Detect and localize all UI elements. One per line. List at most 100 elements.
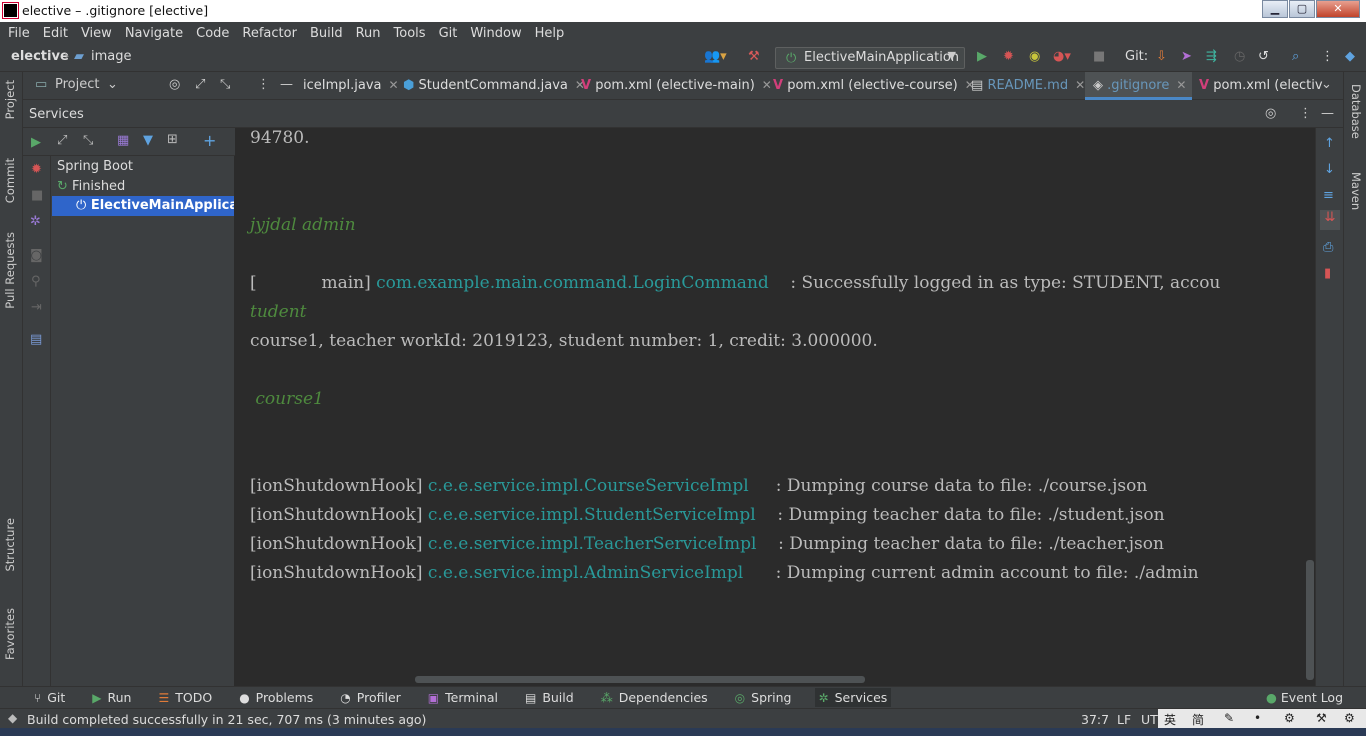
editor-tab-pom-elective[interactable]: V pom.xml (electiv [1199,72,1323,100]
filter-icon[interactable]: ▼ [143,133,153,148]
editor-tab-pom-course[interactable]: V pom.xml (elective-course) ✕ [773,72,975,100]
log-class[interactable]: c.e.e.service.impl.CourseServiceImpl [428,476,749,496]
profile-icon[interactable]: ◕▾ [1053,49,1071,64]
bottom-tab-services[interactable]: ✲ Services [814,688,892,707]
menu-navigate[interactable]: Navigate [125,26,183,41]
git-update-icon[interactable]: ⇩ [1156,49,1167,64]
console-output[interactable]: 94780. jyjdal admin [ main] com.example.… [235,128,1315,686]
run-icon[interactable]: ▶ [31,135,41,150]
search-icon[interactable]: ⌕ [1292,49,1299,64]
close-button[interactable]: ✕ [1316,0,1360,18]
editor-tab-readme[interactable]: ▤ README.md ✕ [971,72,1085,100]
menu-run[interactable]: Run [356,26,381,41]
bottom-tab-problems[interactable]: ● Problems [235,688,317,707]
settings-icon[interactable]: ✲ [30,214,41,229]
trash-icon[interactable]: ▮ [1324,266,1331,281]
horizontal-scrollbar[interactable] [415,676,865,683]
minimize-button[interactable]: ▁ [1262,0,1288,18]
menu-edit[interactable]: Edit [43,26,68,41]
line-separator[interactable]: LF [1117,712,1131,727]
build-hammer-icon[interactable]: ⚒ [748,49,760,64]
bottom-tab-todo[interactable]: ☰ TODO [154,688,216,707]
more-icon[interactable]: ⋮ [1321,49,1334,64]
ime-language[interactable]: 英 [1164,711,1176,728]
print-icon[interactable]: ⎙ [1323,240,1333,255]
editor-tab-studentcommand[interactable]: ⬢ StudentCommand.java ✕ [403,72,585,100]
locate-icon[interactable]: ◎ [1265,106,1276,121]
tab-list-chevron-icon[interactable]: ⌄ [1321,77,1332,92]
editor-tab-pom-main[interactable]: V pom.xml (elective-main) ✕ [581,72,772,100]
menu-window[interactable]: Window [470,26,521,41]
breadcrumb-folder[interactable]: image [91,49,132,64]
event-log-button[interactable]: ● Event Log [1266,690,1343,705]
jetbrains-icon[interactable]: ◆ [1345,49,1355,64]
tab-structure[interactable]: Structure [3,518,17,572]
log-class[interactable]: c.e.e.service.impl.StudentServiceImpl [428,505,756,525]
collapse-all-icon[interactable]: ⤡ [83,133,93,148]
close-icon[interactable]: ✕ [1176,78,1186,92]
add-icon[interactable]: + [203,131,216,150]
menu-refactor[interactable]: Refactor [242,26,297,41]
git-push-icon[interactable]: ⇶ [1206,49,1217,64]
status-diamond-icon[interactable]: ◆ [8,711,17,725]
expand-all-icon[interactable]: ⤢ [57,133,67,148]
chevron-down-icon[interactable]: ⌄ [107,77,118,92]
layout-icon[interactable]: ▤ [30,332,42,347]
debug-icon[interactable]: ✹ [1003,49,1014,64]
log-class[interactable]: com.example.main.command.LoginCommand [376,273,769,293]
status-message[interactable]: Build completed successfully in 21 sec, … [27,712,426,727]
exit-icon[interactable]: ⇥ [31,300,42,315]
tab-pull-requests[interactable]: Pull Requests [3,232,17,309]
run-icon[interactable]: ▶ [977,49,987,64]
stop-icon[interactable]: ■ [1093,49,1105,64]
bottom-tab-spring[interactable]: ◎ Spring [731,688,796,707]
tab-commit[interactable]: Commit [3,158,17,203]
bottom-tab-terminal[interactable]: ▣ Terminal [424,688,502,707]
menu-tools[interactable]: Tools [394,26,426,41]
bottom-tab-profiler[interactable]: ◔ Profiler [336,688,405,707]
git-commit-icon[interactable]: ➤ [1181,49,1192,64]
close-icon[interactable]: ✕ [762,78,772,92]
camera-icon[interactable]: ◙ [30,248,43,263]
menu-build[interactable]: Build [310,26,343,41]
caret-position[interactable]: 37:7 [1081,712,1109,727]
options-icon[interactable]: ⋮ [1299,106,1312,121]
bottom-tab-build[interactable]: ▤ Build [521,688,578,707]
users-icon[interactable]: 👥▾ [704,49,727,64]
log-class[interactable]: c.e.e.service.impl.TeacherServiceImpl [428,534,757,554]
menu-code[interactable]: Code [196,26,229,41]
stop-icon[interactable]: ■ [31,188,43,203]
hide-icon[interactable]: — [280,77,293,92]
tools-icon[interactable]: ⚒ [1316,711,1327,725]
menu-view[interactable]: View [81,26,112,41]
editor-tab-gitignore[interactable]: ◈ .gitignore ✕ [1085,72,1193,100]
settings-icon[interactable]: ⚙ [1284,711,1295,725]
bottom-tab-dependencies[interactable]: ⁂ Dependencies [597,688,712,707]
ime-options-icon[interactable]: ⚙ [1344,711,1355,725]
tab-project[interactable]: Project [3,80,17,119]
tree-spring-boot[interactable]: Spring Boot [57,159,133,174]
log-class[interactable]: c.e.e.service.impl.AdminServiceImpl [428,563,743,583]
pin-icon[interactable]: ⚲ [31,274,41,289]
locate-icon[interactable]: ◎ [169,77,180,92]
arrow-up-icon[interactable]: ↑ [1324,136,1335,151]
tree-elective-main-application[interactable]: ⏻ ElectiveMainApplicatio [52,196,234,216]
menu-file[interactable]: File [8,26,30,41]
tab-maven[interactable]: Maven [1349,172,1363,210]
new-tab-icon[interactable]: ⊞ [167,132,178,147]
arrow-down-icon[interactable]: ↓ [1324,162,1335,177]
ime-mode[interactable]: 简 [1192,711,1204,728]
run-configuration-select[interactable]: ⏻ ElectiveMainApplication ▼ [775,47,965,69]
close-icon[interactable]: ✕ [1075,78,1085,92]
scroll-to-end-icon[interactable]: ⇊ [1320,210,1340,230]
soft-wrap-icon[interactable]: ≡ [1323,188,1334,203]
menu-git[interactable]: Git [439,26,458,41]
tab-database[interactable]: Database [1349,84,1363,139]
maximize-button[interactable]: ▢ [1289,0,1315,18]
editor-tab-serviceimpl[interactable]: iceImpl.java ✕ [303,72,399,100]
collapse-all-icon[interactable]: ⤡ [220,77,230,92]
vertical-scrollbar[interactable] [1306,560,1314,680]
coverage-icon[interactable]: ◉ [1029,49,1040,64]
pen-icon[interactable]: ✎ [1224,711,1234,725]
history-icon[interactable]: ◷ [1234,49,1245,64]
